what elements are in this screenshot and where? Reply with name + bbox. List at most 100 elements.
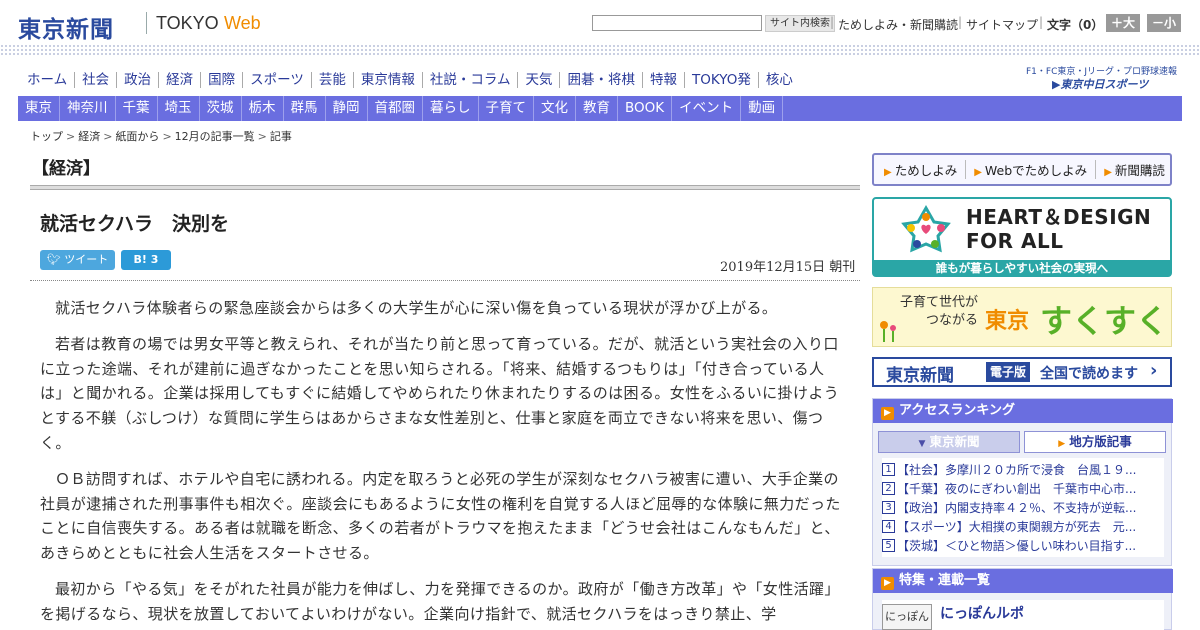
feature-title[interactable]: にっぽんルポ — [940, 603, 1024, 623]
breadcrumb-separator: > — [257, 130, 267, 143]
local-nav-education[interactable]: 教育 — [576, 96, 618, 121]
ranking-item[interactable]: 4 【スポーツ】大相撲の東関親方が死去 元... — [882, 517, 1164, 536]
local-nav-tochigi[interactable]: 栃木 — [242, 96, 284, 121]
nav-item-tokyo-info[interactable]: 東京情報 — [354, 72, 423, 88]
font-bigger-button[interactable]: ＋大 — [1106, 14, 1140, 32]
breadcrumb-month-list[interactable]: 12月の記事一覧 — [175, 130, 255, 143]
nav-item-economy[interactable]: 経済 — [159, 72, 202, 88]
ranking-list: 1 【社会】多摩川２０カ所で浸食 台風１９... 2 【千葉】夜のにぎわい創出 千葉… — [882, 458, 1164, 557]
promo-subscribe-label: 新聞購読 — [1114, 163, 1165, 178]
rank-number: 4 — [882, 520, 895, 533]
promo-trial[interactable]: ▶ ためしよみ — [884, 160, 967, 179]
promo-trial-label: ためしよみ — [894, 163, 958, 178]
divider: | — [958, 15, 963, 29]
access-ranking-title: アクセスランキング — [899, 403, 1015, 418]
digital-edition-tag: 電子版 — [986, 362, 1031, 382]
triangle-down-icon: ▼ — [918, 439, 926, 449]
tweet-button[interactable]: 🐦︎ ツイート — [40, 250, 115, 270]
heart-design-logo-icon — [901, 204, 951, 253]
local-nav-saitama[interactable]: 埼玉 — [158, 96, 200, 121]
logo-divider — [146, 12, 147, 34]
nav-item-tokyo-hatsu[interactable]: TOKYO発 — [685, 72, 759, 88]
ranking-tab-tokyo[interactable]: ▼ 東京新聞 — [878, 431, 1020, 453]
ranking-tab-tokyo-label: 東京新聞 — [929, 434, 980, 449]
nav-item-sports[interactable]: スポーツ — [243, 72, 312, 88]
breadcrumb-top[interactable]: トップ — [30, 130, 63, 143]
toplink-sitemap[interactable]: サイトマップ — [966, 16, 1038, 33]
rank-number: 2 — [882, 482, 895, 495]
search-button[interactable]: サイト内検索 — [765, 15, 835, 32]
heart-design-title: HEART＆DESIGN FOR ALL — [966, 205, 1151, 253]
local-nav-kanagawa[interactable]: 神奈川 — [60, 96, 116, 121]
main-nav: ホーム 社会 政治 経済 国際 スポーツ 芸能 東京情報 社説・コラム 天気 囲… — [20, 70, 800, 90]
nav-item-go-shogi[interactable]: 囲碁・将棋 — [560, 72, 643, 88]
local-nav-chiba[interactable]: 千葉 — [116, 96, 158, 121]
sukusuku-tagline-line1: 子育て世代が — [900, 295, 979, 310]
breadcrumb-separator: > — [162, 130, 172, 143]
local-nav-ibaraki[interactable]: 茨城 — [200, 96, 242, 121]
ranking-item[interactable]: 2 【千葉】夜のにぎわい創出 千葉市中心市... — [882, 479, 1164, 498]
local-nav-event[interactable]: イベント — [672, 96, 742, 121]
heart-design-subtitle: 誰もが暮らしやすい社会の実現へ — [874, 260, 1170, 276]
local-nav-gunma[interactable]: 群馬 — [284, 96, 326, 121]
site-logo[interactable]: 東京新聞 — [18, 10, 114, 44]
nav-item-home[interactable]: ホーム — [20, 72, 76, 88]
local-nav-kosodate[interactable]: 子育て — [479, 96, 534, 121]
nav-item-weather[interactable]: 天気 — [518, 72, 561, 88]
local-nav-kurashi[interactable]: 暮らし — [423, 96, 479, 121]
local-nav-shizuoka[interactable]: 静岡 — [326, 96, 368, 121]
divider: | — [1039, 15, 1044, 29]
header-dotted-divider — [0, 44, 1200, 56]
ranking-item[interactable]: 5 【茨城】＜ひと物語＞優しい味わい目指す... — [882, 536, 1164, 555]
chunichi-sports-logo[interactable]: ▶東京中日スポーツ — [1052, 76, 1148, 92]
rank-number: 1 — [882, 463, 895, 476]
ranking-item[interactable]: 1 【社会】多摩川２０カ所で浸食 台風１９... — [882, 460, 1164, 479]
feature-thumbnail[interactable]: にっぽん — [882, 604, 932, 630]
publish-date: 2019年12月15日 朝刊 — [720, 260, 856, 275]
nav-item-kakushin[interactable]: 核心 — [759, 72, 800, 88]
hatena-bookmark-button[interactable]: B! 3 — [121, 250, 171, 270]
triangle-right-icon: ▶ — [1058, 439, 1066, 449]
nav-item-politics[interactable]: 政治 — [117, 72, 160, 88]
promo-subscribe[interactable]: ▶ 新聞購読 — [1104, 160, 1173, 179]
local-nav-video[interactable]: 動画 — [741, 96, 784, 121]
breadcrumb-shimen[interactable]: 紙面から — [115, 130, 159, 143]
local-nav-culture[interactable]: 文化 — [534, 96, 576, 121]
section-rule — [30, 185, 860, 190]
nav-item-editorial[interactable]: 社説・コラム — [423, 72, 519, 88]
local-nav-tokyo[interactable]: 東京 — [18, 96, 60, 121]
local-nav-shutoken[interactable]: 首都圏 — [368, 96, 423, 121]
subscription-promo-box: ▶ ためしよみ ▶ Webでためしよみ ▶ 新聞購読 — [872, 153, 1172, 186]
promo-web-trial[interactable]: ▶ Webでためしよみ — [974, 160, 1097, 179]
nav-item-tokuho[interactable]: 特報 — [643, 72, 685, 88]
sukusuku-tagline: 子育て世代が つながる — [900, 294, 978, 330]
access-ranking-header: ▶ アクセスランキング — [873, 399, 1173, 423]
nav-item-entertainment[interactable]: 芸能 — [312, 72, 354, 88]
twitter-bird-icon: 🐦︎ — [46, 253, 61, 266]
ranking-item[interactable]: 3 【政治】内閣支持率４２％、不支持が逆転... — [882, 498, 1164, 517]
article-paragraph: 就活セクハラ体験者らの緊急座談会からは多くの大学生が心に深い傷を負っている現状が… — [55, 299, 778, 317]
digital-edition-logo: 東京新聞 — [886, 366, 954, 386]
local-nav-book[interactable]: BOOK — [618, 96, 673, 121]
ranking-tab-local[interactable]: ▶ 地方版記事 — [1024, 431, 1166, 453]
font-smaller-button[interactable]: －小 — [1147, 14, 1181, 32]
nav-item-society[interactable]: 社会 — [75, 72, 118, 88]
tweet-label: ツイート — [64, 253, 109, 266]
article-paragraph: ＯＢ訪問すれば、ホテルや自宅に誘われる。内定を取ろうと必死の学生が深刻なセクハラ… — [40, 469, 841, 563]
article-paragraph: 最初から「やる気」をそがれた社員が能力を伸ばし、力を発揮できるのか。政府が「働き… — [40, 579, 840, 623]
promo-web-trial-label: Webでためしよみ — [984, 163, 1088, 178]
digital-edition-text: 全国で読めます — [1040, 366, 1138, 382]
breadcrumb-economy[interactable]: 経済 — [78, 130, 100, 143]
logo-tokyo-text: TOKYO — [156, 13, 219, 33]
rank-text: 【千葉】夜のにぎわい創出 千葉市中心市... — [897, 482, 1137, 496]
article-divider — [30, 280, 860, 281]
section-title: 【経済】 — [32, 159, 100, 179]
article-paragraph: 若者は教育の場では男女平等と教えられ、それが当たり前と思って育っている。だが、就… — [40, 334, 840, 452]
nav-item-international[interactable]: 国際 — [201, 72, 244, 88]
toplink-subscribe[interactable]: ためしよみ・新聞購読 — [838, 16, 958, 33]
sukusuku-title: すくすく — [1040, 302, 1169, 340]
search-input[interactable] — [592, 15, 762, 31]
article-headline: 就活セクハラ 決別を — [40, 213, 230, 235]
rank-text: 【スポーツ】大相撲の東関親方が死去 元... — [897, 520, 1137, 534]
font-size-label: 文字（0） — [1047, 18, 1104, 32]
